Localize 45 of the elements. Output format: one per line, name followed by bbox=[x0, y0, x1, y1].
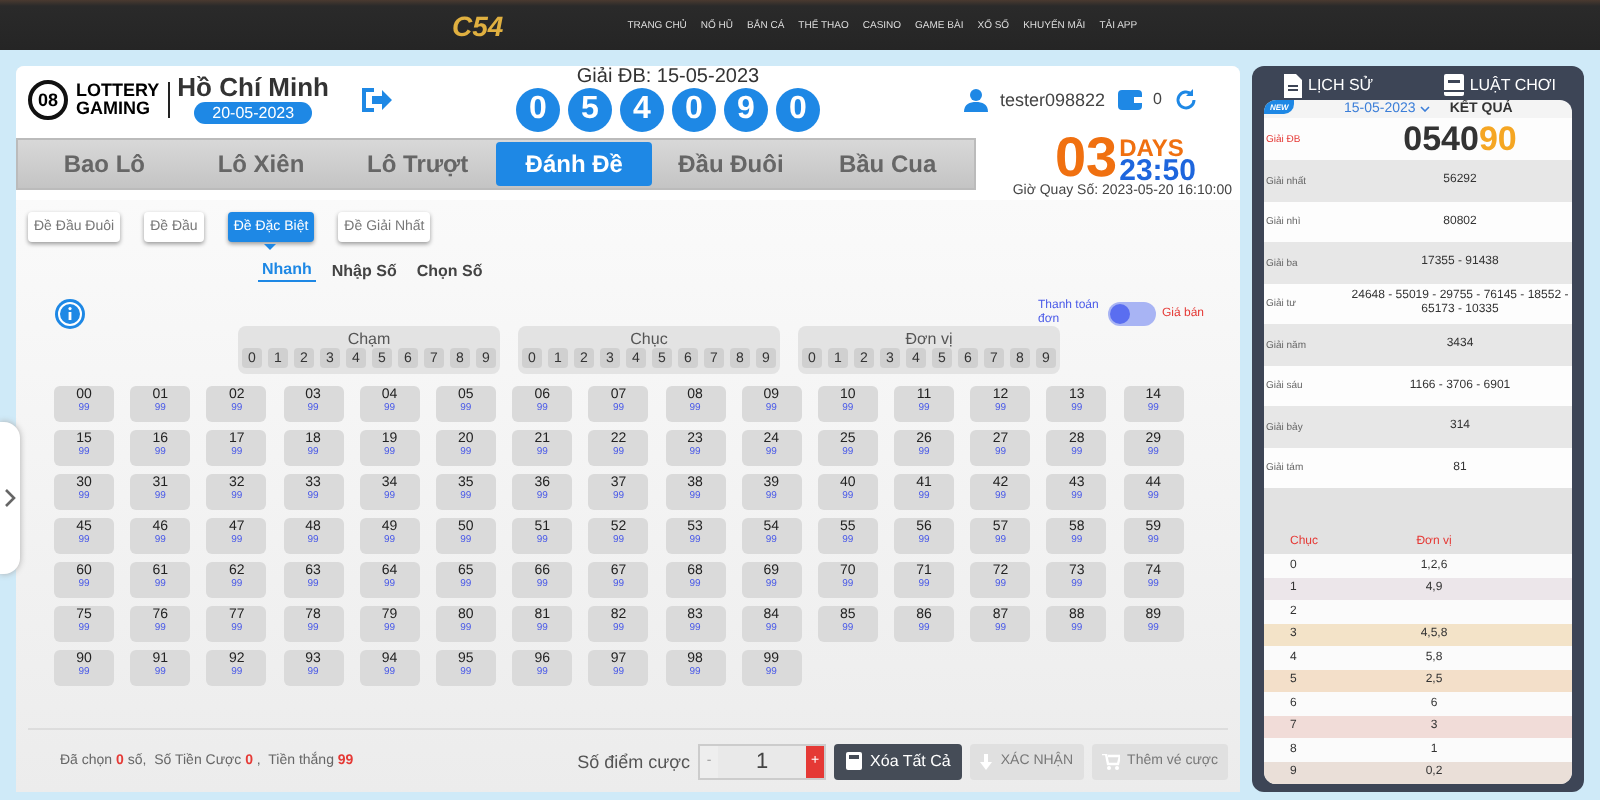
result-digit: 5 bbox=[568, 88, 612, 132]
days-label: DAYS bbox=[1119, 136, 1184, 160]
toggle-switch[interactable] bbox=[1107, 302, 1156, 326]
game-tab[interactable]: Lô Trượt bbox=[339, 142, 496, 186]
game-tab[interactable]: Lô Xiên bbox=[182, 142, 340, 186]
brand-badge: 08 bbox=[28, 79, 68, 119]
result-digit: 9 bbox=[724, 88, 768, 132]
exit-icon[interactable] bbox=[357, 83, 393, 115]
wallet-icon bbox=[1117, 88, 1142, 110]
refresh-icon[interactable] bbox=[1174, 87, 1198, 111]
group-title: Chạm bbox=[347, 330, 391, 348]
side-drawer-handle[interactable] bbox=[0, 422, 20, 574]
download-icon bbox=[980, 753, 993, 769]
date-badge: 20-05-2023 bbox=[194, 102, 313, 124]
side-tab[interactable]: LUẬT CHƠI bbox=[1443, 70, 1556, 100]
group-title: Chục bbox=[630, 330, 668, 348]
mode-tab[interactable]: Chọn Số bbox=[412, 258, 487, 282]
result-title: Giải ĐB: 15-05-2023 bbox=[576, 66, 760, 88]
result-digit: 0 bbox=[516, 88, 560, 132]
clear-all-button[interactable]: Xóa Tất Cả bbox=[834, 743, 963, 779]
balance: 0 bbox=[1153, 90, 1162, 108]
side-tab[interactable]: LỊCH SỬ bbox=[1284, 70, 1374, 100]
result-digit: 0 bbox=[672, 88, 716, 132]
game-tab[interactable]: Đánh Đề bbox=[495, 142, 653, 186]
username: tester098822 bbox=[1000, 89, 1106, 109]
book-icon bbox=[1443, 74, 1464, 96]
game-tab[interactable]: Bao Lô bbox=[26, 142, 183, 186]
countdown-days: 03 bbox=[1054, 132, 1118, 184]
site-logo[interactable]: C54 bbox=[452, 9, 504, 41]
group-title: Đơn vị bbox=[905, 330, 953, 348]
user-icon bbox=[964, 87, 988, 111]
points-label: Số điểm cược bbox=[577, 751, 691, 771]
mode-tab[interactable]: Nhập Số bbox=[327, 258, 401, 282]
info-icon[interactable] bbox=[54, 298, 86, 330]
caret-icon bbox=[1419, 106, 1430, 113]
game-tab[interactable]: Bầu Cua bbox=[809, 142, 966, 186]
brand-text: GAMING bbox=[76, 99, 152, 117]
result-digit: 4 bbox=[620, 88, 664, 132]
brand-text: LOTTERY bbox=[76, 81, 160, 99]
result-digit: 0 bbox=[776, 88, 820, 132]
prize-value: 054090 bbox=[1401, 118, 1519, 161]
countdown-time: 23:50 bbox=[1119, 160, 1196, 184]
region-name: Hồ Chí Minh bbox=[177, 74, 329, 102]
game-tab[interactable]: Đầu Đuôi bbox=[652, 142, 810, 186]
cart-icon bbox=[1101, 753, 1120, 769]
